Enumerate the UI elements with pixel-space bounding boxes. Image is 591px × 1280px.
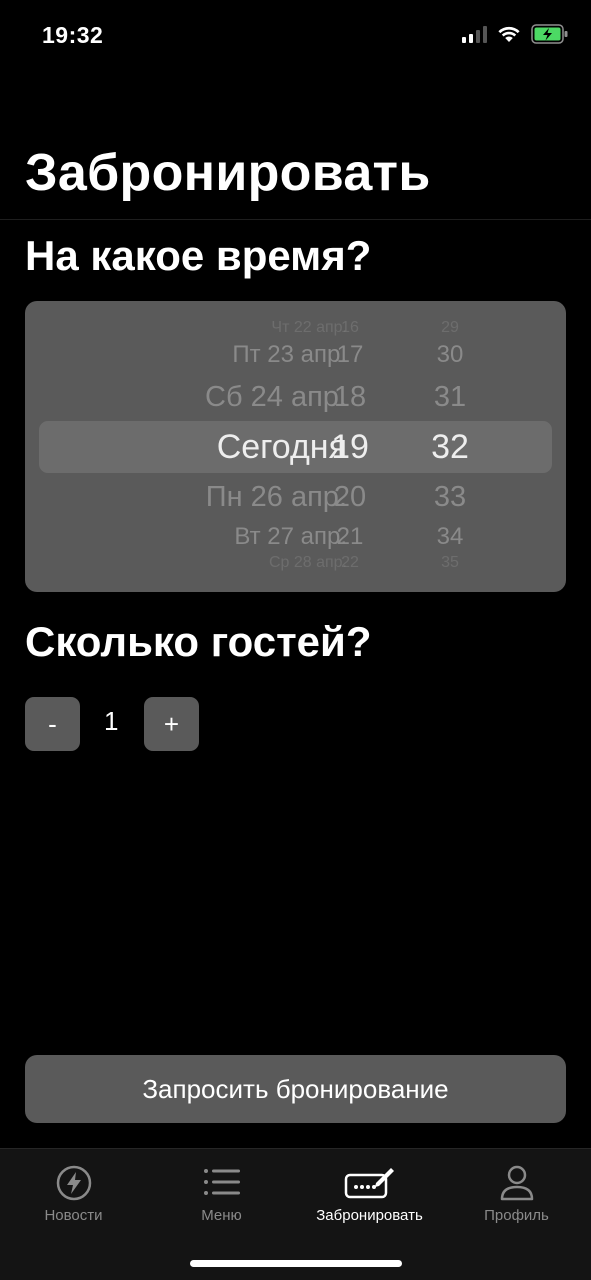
battery-charging-icon xyxy=(531,24,568,44)
tab-profile-label: Профиль xyxy=(484,1207,549,1224)
picker-hour-column[interactable]: 16 17 18 19 20 21 22 xyxy=(315,301,385,592)
header-divider xyxy=(0,219,591,220)
time-section-title: На какое время? xyxy=(25,232,372,279)
picker-minute-option[interactable]: 35 xyxy=(415,554,485,572)
picker-hour-option[interactable]: 22 xyxy=(315,554,385,572)
picker-hour-selected[interactable]: 19 xyxy=(315,428,385,467)
picker-date-option[interactable]: Пн 26 апр. xyxy=(85,481,347,514)
picker-date-option[interactable]: Чт 22 апр. xyxy=(85,319,347,337)
tab-booking[interactable]: Забронировать xyxy=(296,1163,443,1233)
increment-guests-button[interactable]: + xyxy=(144,697,199,751)
picker-hour-option[interactable]: 17 xyxy=(315,341,385,369)
picker-date-option[interactable]: Пт 23 апр. xyxy=(85,341,347,369)
guests-section-title: Сколько гостей? xyxy=(25,618,372,665)
tab-menu[interactable]: Меню xyxy=(148,1163,295,1233)
decrement-guests-button[interactable]: - xyxy=(25,697,80,751)
request-booking-button[interactable]: Запросить бронирование xyxy=(25,1055,566,1123)
picker-minute-option[interactable]: 31 xyxy=(415,381,485,414)
cellular-signal-icon xyxy=(462,25,487,43)
home-indicator[interactable] xyxy=(190,1260,402,1267)
guest-count: 1 xyxy=(104,706,119,736)
tab-news[interactable]: Новости xyxy=(0,1163,147,1233)
picker-date-column[interactable]: Чт 22 апр. Пт 23 апр. Сб 24 апр. Сегодня… xyxy=(85,301,347,592)
status-bar: 19:32 xyxy=(0,0,591,70)
picker-minute-option[interactable]: 30 xyxy=(415,341,485,369)
picker-minute-option[interactable]: 33 xyxy=(415,481,485,514)
lightning-icon xyxy=(56,1165,91,1201)
booking-icon xyxy=(344,1168,394,1199)
tab-menu-label: Меню xyxy=(201,1207,242,1224)
picker-hour-option[interactable]: 18 xyxy=(315,381,385,414)
picker-minute-option[interactable]: 29 xyxy=(415,319,485,337)
picker-date-selected[interactable]: Сегодня xyxy=(85,428,347,467)
picker-date-option[interactable]: Сб 24 апр. xyxy=(85,381,347,414)
picker-date-option[interactable]: Вт 27 апр. xyxy=(85,523,347,551)
list-icon xyxy=(203,1169,240,1195)
status-time: 19:32 xyxy=(42,22,104,48)
picker-date-option[interactable]: Ср 28 апр. xyxy=(85,554,347,572)
picker-hour-option[interactable]: 20 xyxy=(315,481,385,514)
picker-hour-option[interactable]: 21 xyxy=(315,523,385,551)
picker-minute-selected[interactable]: 32 xyxy=(415,428,485,467)
tab-profile[interactable]: Профиль xyxy=(443,1163,590,1233)
tab-booking-label: Забронировать xyxy=(316,1207,423,1224)
booking-screen: 19:32 Забронировать На какое время? Чт 2… xyxy=(0,0,591,1280)
status-icons xyxy=(462,24,569,44)
wifi-icon xyxy=(498,26,520,42)
person-icon xyxy=(500,1165,533,1201)
picker-minute-option[interactable]: 34 xyxy=(415,523,485,551)
page-title: Забронировать xyxy=(25,144,431,202)
picker-hour-option[interactable]: 16 xyxy=(315,319,385,337)
tab-news-label: Новости xyxy=(44,1207,103,1224)
picker-minute-column[interactable]: 29 30 31 32 33 34 35 xyxy=(415,301,485,592)
date-time-picker[interactable]: Чт 22 апр. Пт 23 апр. Сб 24 апр. Сегодня… xyxy=(25,301,566,592)
